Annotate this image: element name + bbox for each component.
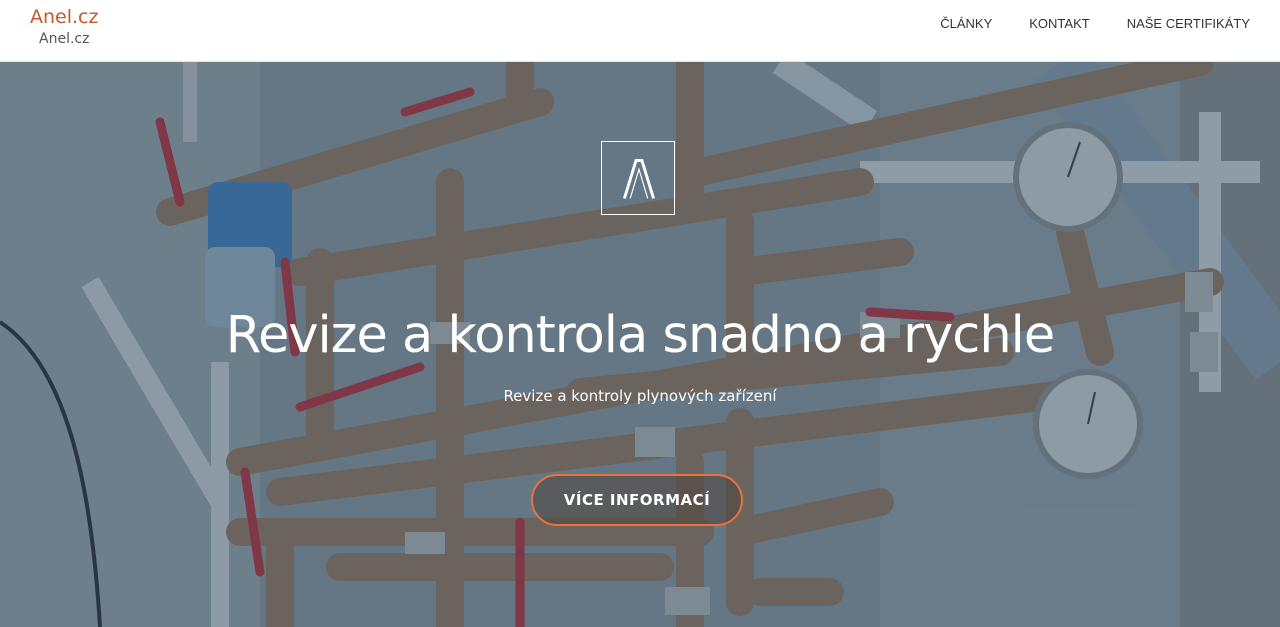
lambda-logo-icon xyxy=(601,141,675,215)
main-nav: ČLÁNKY KONTAKT NAŠE CERTIFIKÁTY xyxy=(903,16,1250,32)
nav-link-kontakt[interactable]: KONTAKT xyxy=(1029,16,1089,32)
more-info-button[interactable]: VÍCE INFORMACÍ xyxy=(531,474,743,526)
nav-link-certifikaty[interactable]: NAŠE CERTIFIKÁTY xyxy=(1127,16,1250,32)
brand-title: Anel.cz xyxy=(30,6,99,28)
hero-subtitle: Revize a kontroly plynových zařízení xyxy=(503,387,777,405)
brand-subtitle: Anel.cz xyxy=(39,31,90,47)
hero-section: Revize a kontrola snadno a rychle Revize… xyxy=(0,62,1280,627)
site-header: Anel.cz Anel.cz ČLÁNKY KONTAKT NAŠE CERT… xyxy=(0,0,1280,62)
nav-link-clanky[interactable]: ČLÁNKY xyxy=(940,16,992,32)
hero-title: Revize a kontrola snadno a rychle xyxy=(225,306,1055,365)
brand-link[interactable]: Anel.cz Anel.cz xyxy=(30,6,98,50)
